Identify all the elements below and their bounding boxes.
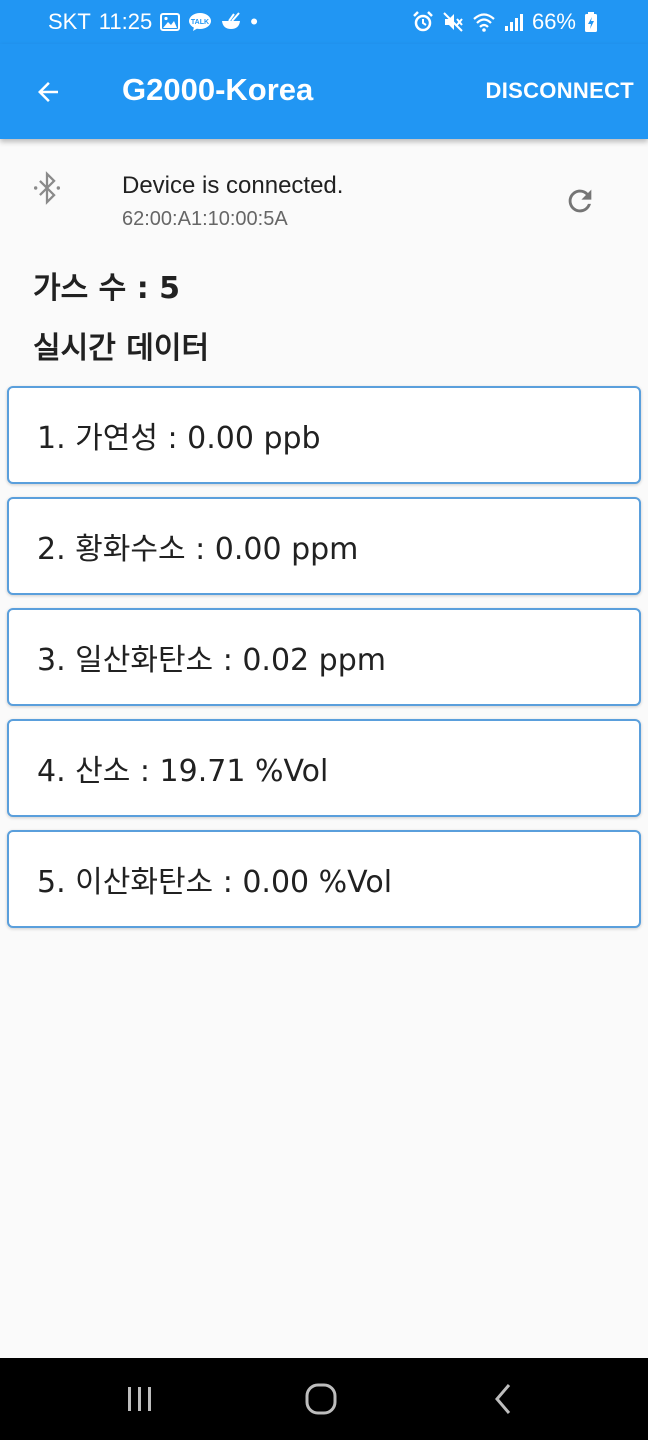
clock: 11:25 [98, 9, 153, 34]
back-button[interactable] [24, 68, 72, 116]
gas-reading-text: 2. 황화수소 : 0.00 ppm [37, 532, 359, 567]
recents-icon [128, 1387, 151, 1411]
battery-charging-icon [584, 10, 598, 34]
bluetooth-icon [30, 171, 64, 209]
gas-reading-text: 4. 산소 : 19.71 %Vol [37, 754, 329, 789]
gallery-icon [160, 10, 181, 34]
gas-reading-text: 5. 이산화탄소 : 0.00 %Vol [37, 865, 393, 900]
status-bar: SKT 11:25 TALK • 66% [0, 0, 648, 44]
refresh-icon [568, 189, 592, 213]
back-nav-button[interactable] [478, 1374, 528, 1424]
recents-button[interactable] [115, 1374, 165, 1424]
bowl-icon [220, 10, 242, 34]
alarm-icon [412, 10, 434, 34]
gas-reading-text: 1. 가연성 : 0.00 ppb [37, 421, 321, 456]
app-bar: G2000-Korea DISCONNECT [0, 44, 648, 139]
arrow-back-icon [38, 82, 58, 102]
gas-reading-card[interactable]: 5. 이산화탄소 : 0.00 %Vol [7, 830, 641, 928]
disconnect-button[interactable]: DISCONNECT [486, 78, 634, 104]
wifi-icon [472, 10, 496, 34]
dot-icon: • [250, 9, 258, 34]
gas-reading-card[interactable]: 4. 산소 : 19.71 %Vol [7, 719, 641, 817]
signal-icon [504, 10, 524, 34]
device-status-text: Device is connected. [122, 172, 344, 199]
mute-icon [442, 10, 464, 34]
app-title: G2000-Korea [122, 72, 314, 107]
home-button[interactable] [296, 1374, 346, 1424]
gas-reading-list: 1. 가연성 : 0.00 ppb 2. 황화수소 : 0.00 ppm 3. … [7, 386, 641, 941]
back-icon [495, 1384, 511, 1414]
battery-percent: 66% [531, 9, 576, 34]
realtime-data-title: 실시간 데이터 [33, 331, 210, 366]
gas-reading-card[interactable]: 3. 일산화탄소 : 0.02 ppm [7, 608, 641, 706]
refresh-button[interactable] [560, 181, 600, 221]
status-left: SKT 11:25 TALK • [48, 9, 258, 35]
gas-reading-card[interactable]: 2. 황화수소 : 0.00 ppm [7, 497, 641, 595]
device-address: 62:00:A1:10:00:5A [122, 208, 288, 230]
status-right: 66% [412, 9, 598, 35]
gas-count-label: 가스 수 : 5 [33, 271, 181, 306]
carrier: SKT [48, 9, 91, 34]
device-connection-row: Device is connected. 62:00:A1:10:00:5A [0, 139, 648, 239]
gas-reading-text: 3. 일산화탄소 : 0.02 ppm [37, 643, 386, 678]
gas-reading-card[interactable]: 1. 가연성 : 0.00 ppb [7, 386, 641, 484]
kakao-label: TALK [191, 19, 209, 26]
kakaotalk-icon: TALK [188, 10, 212, 34]
home-icon [305, 1383, 337, 1415]
system-navigation-bar [0, 1358, 648, 1440]
